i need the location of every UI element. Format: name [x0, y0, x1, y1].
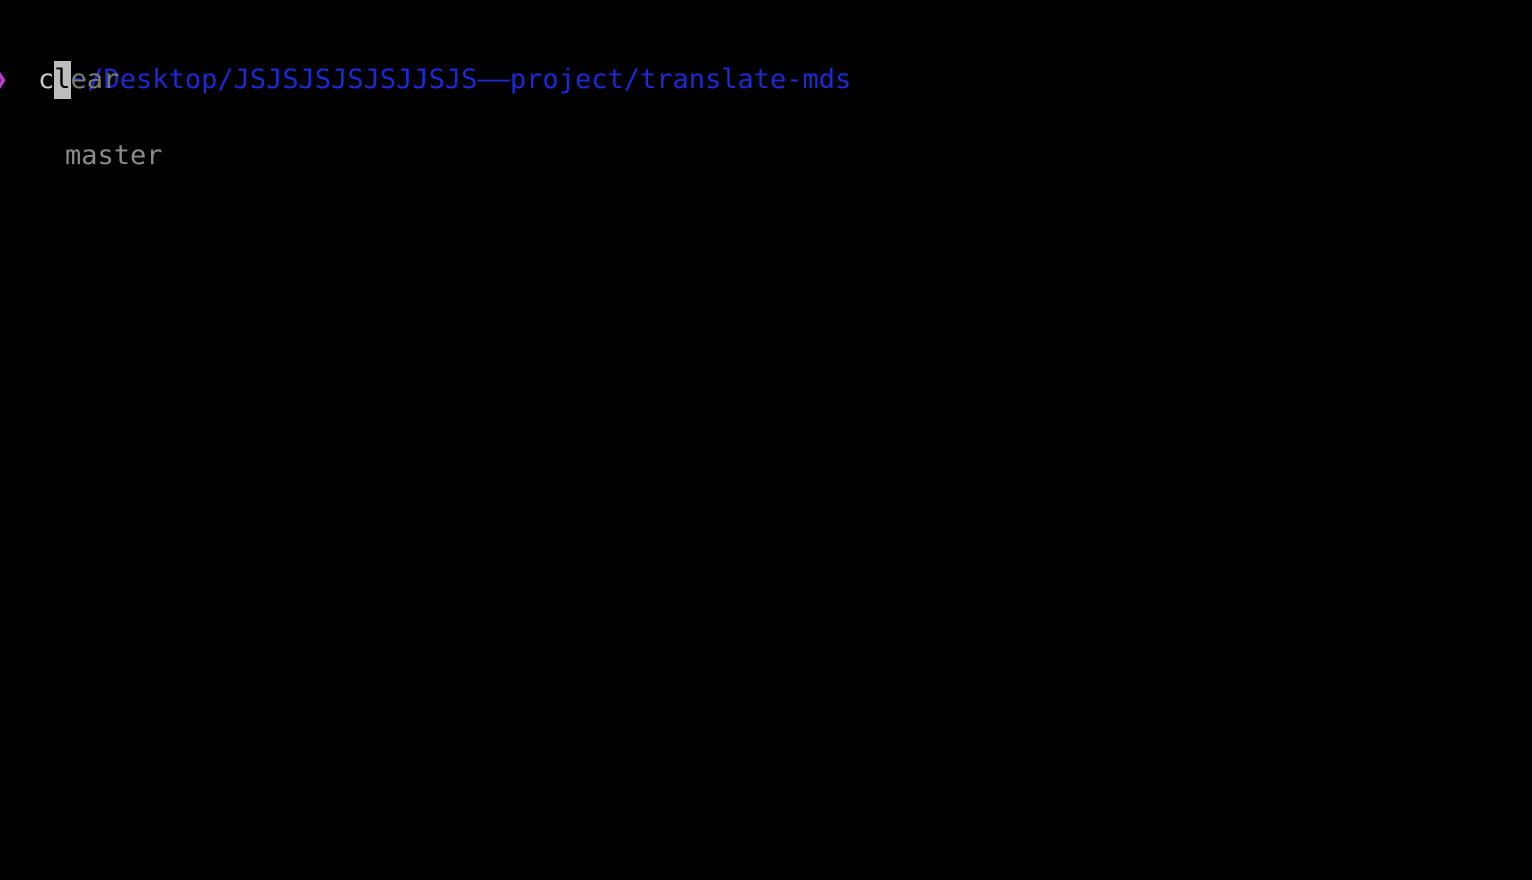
prompt-arrow-icon: ❯: [0, 61, 38, 99]
autosuggestion: ear: [70, 64, 120, 95]
prompt-info-line: ~/Desktop/JSJSJSJSJSJJSJS——project/trans…: [0, 23, 1532, 171]
text-cursor: l: [54, 61, 71, 99]
separator: [65, 102, 81, 133]
current-directory: ~/Desktop/JSJSJSJSJSJJSJS——project/trans…: [71, 64, 852, 95]
git-branch: master: [65, 140, 163, 171]
typed-command: c: [38, 64, 55, 95]
terminal-window[interactable]: ~/Desktop/JSJSJSJSJSJJSJS——project/trans…: [0, 0, 1532, 880]
